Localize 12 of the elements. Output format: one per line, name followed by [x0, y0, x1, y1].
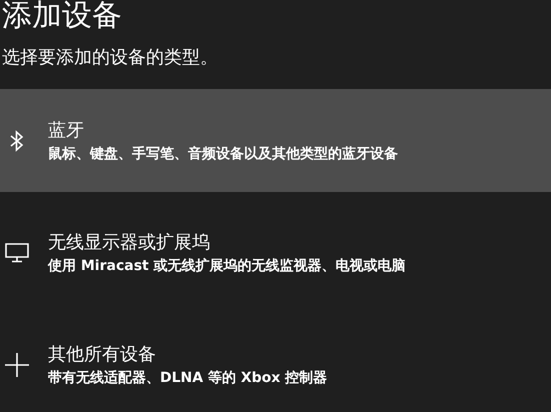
device-option[interactable]: 其他所有设备 带有无线适配器、DLNA 等的 Xbox 控制器	[0, 313, 551, 412]
device-option[interactable]: 蓝牙 鼠标、键盘、手写笔、音频设备以及其他类型的蓝牙设备	[0, 89, 551, 192]
option-description: 鼠标、键盘、手写笔、音频设备以及其他类型的蓝牙设备	[48, 144, 398, 162]
device-option[interactable]: 无线显示器或扩展坞 使用 Miracast 或无线扩展坞的无线监视器、电视或电脑	[0, 201, 551, 304]
option-description: 使用 Miracast 或无线扩展坞的无线监视器、电视或电脑	[48, 256, 406, 274]
option-description: 带有无线适配器、DLNA 等的 Xbox 控制器	[48, 368, 328, 386]
page-subtitle: 选择要添加的设备的类型。	[2, 46, 219, 70]
option-title: 蓝牙	[48, 118, 85, 142]
plus-icon	[4, 352, 30, 378]
page-title: 添加设备	[2, 0, 123, 32]
option-title: 无线显示器或扩展坞	[48, 230, 211, 254]
option-title: 其他所有设备	[48, 342, 157, 366]
